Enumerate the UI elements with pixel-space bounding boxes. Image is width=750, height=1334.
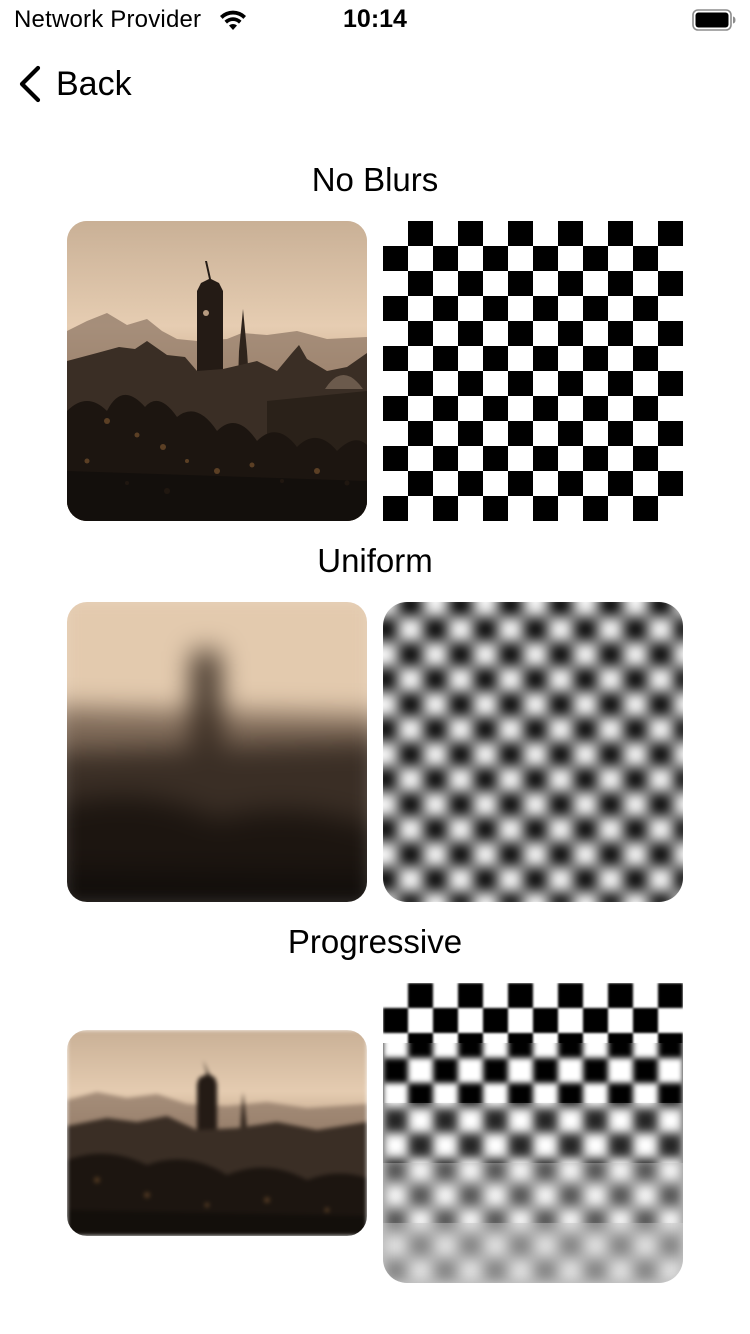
status-time: 10:14 <box>343 5 407 33</box>
photo-uniform-blur <box>67 602 367 902</box>
back-label: Back <box>56 64 132 103</box>
section-title-no-blurs: No Blurs <box>311 161 439 198</box>
chevron-left-icon <box>19 65 41 103</box>
status-bar: Network Provider 10:14 <box>0 0 750 40</box>
checkerboard-uniform-blur <box>383 602 683 902</box>
checkerboard-no-blur <box>383 221 683 521</box>
checkerboard-progressive-blur <box>383 983 683 1283</box>
photo-no-blur <box>67 221 367 521</box>
battery-icon <box>692 9 736 31</box>
section-title-progressive: Progressive <box>287 923 463 960</box>
section-title-uniform: Uniform <box>317 542 433 579</box>
photo-progressive-blur <box>67 1030 367 1236</box>
back-button[interactable]: Back <box>14 62 132 106</box>
